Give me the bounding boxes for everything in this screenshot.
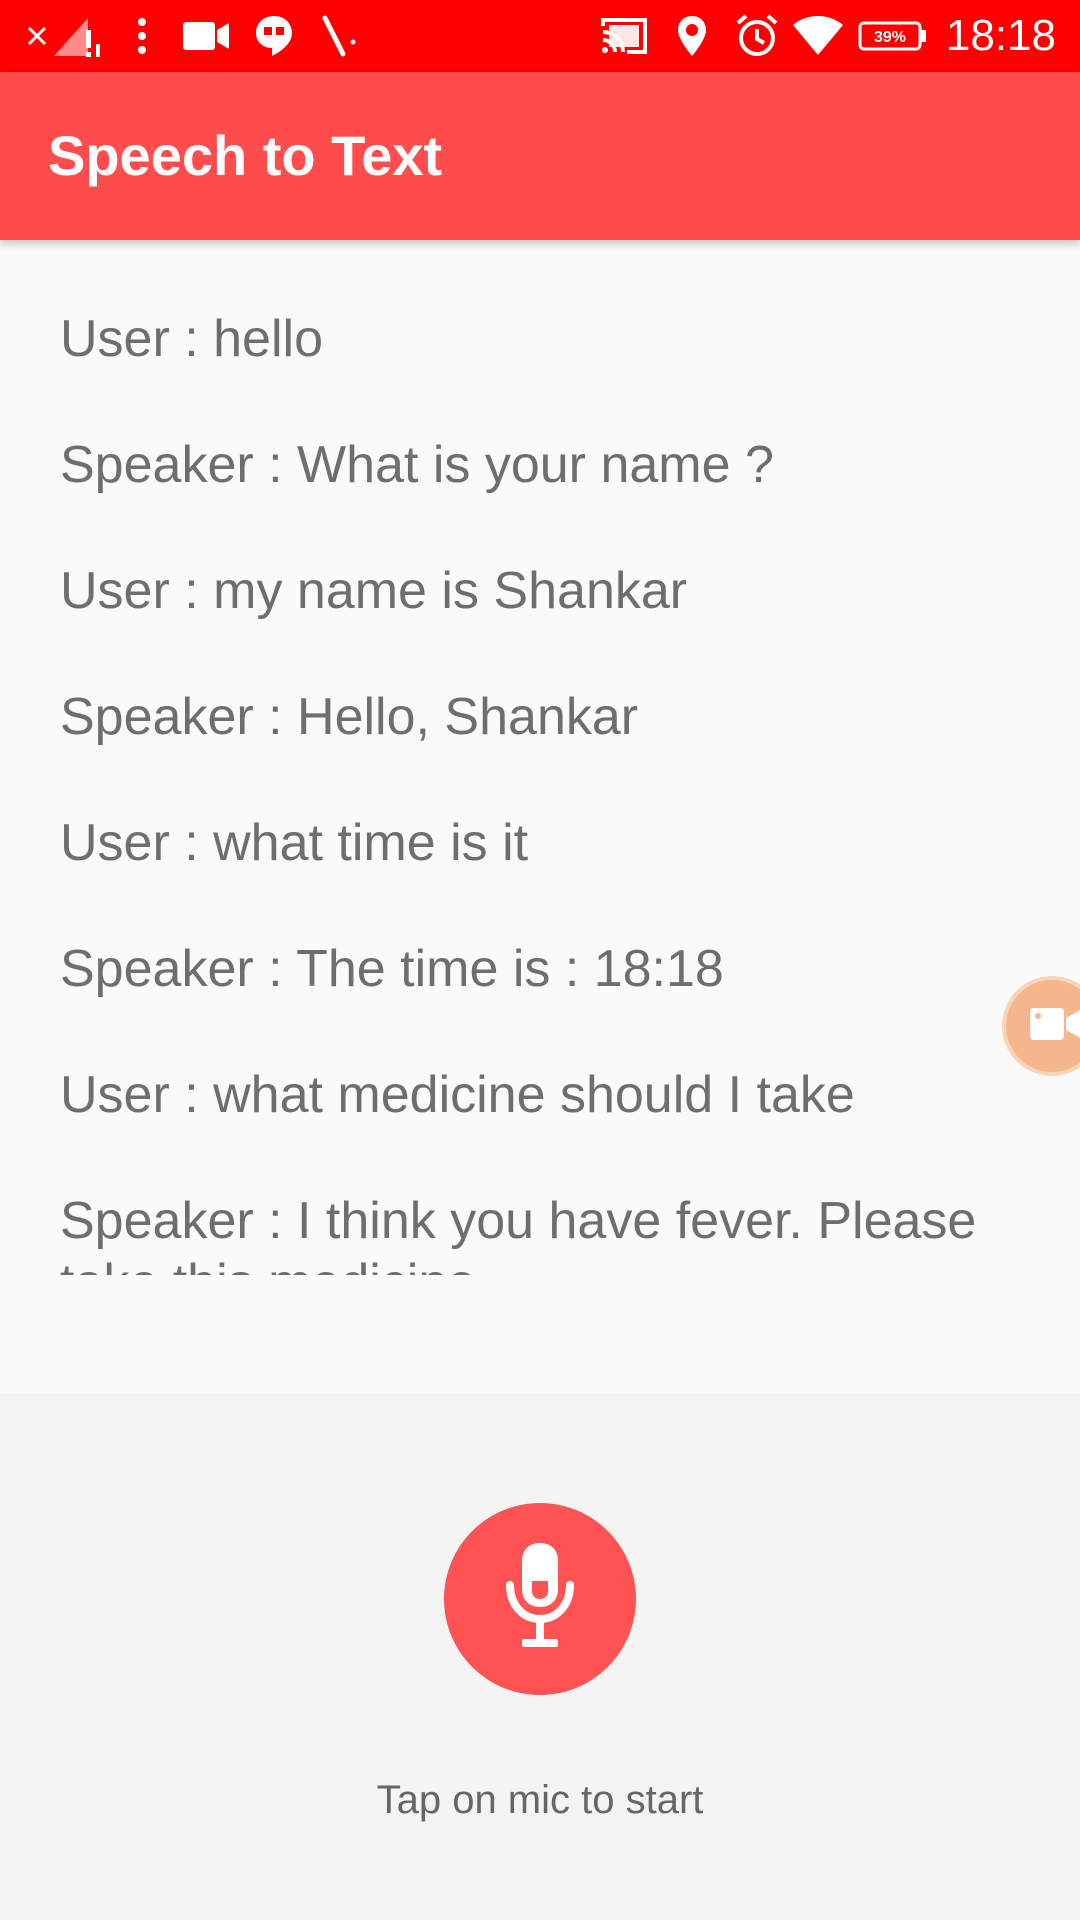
more-vert-icon	[130, 0, 154, 72]
clock-time: 18:18	[945, 11, 1056, 60]
mic-hint-label: Tap on mic to start	[376, 1778, 704, 1822]
alarm-icon	[734, 0, 780, 72]
conversation-viewport[interactable]: User : hello Speaker : What is your name…	[0, 240, 1080, 1275]
message-speaker: Speaker : What is your name ?	[60, 436, 774, 494]
message-user: User : my name is Shankar	[60, 562, 688, 620]
status-bar: 39% 18:18	[0, 0, 1080, 72]
close-icon	[22, 0, 52, 72]
video-camera-icon	[1028, 1004, 1080, 1049]
message-speaker: Speaker : I think you have fever. Please…	[60, 1192, 977, 1275]
bottom-panel: Tap on mic to start	[0, 1394, 1080, 1920]
battery-icon: 39%	[858, 0, 928, 72]
message-user: User : what time is it	[60, 814, 529, 872]
message-speaker: Speaker : Hello, Shankar	[60, 688, 639, 746]
video-camera-icon	[180, 0, 232, 72]
app-title: Speech to Text	[48, 124, 443, 187]
battery-level: 39%	[874, 29, 906, 46]
mic-button[interactable]	[444, 1503, 636, 1695]
microphone-icon	[498, 1537, 582, 1662]
screen: 39% 18:18 Speech to Text User : hello Sp…	[0, 0, 1080, 1920]
location-icon	[672, 0, 712, 72]
no-signal-icon	[50, 0, 106, 72]
wifi-icon	[790, 0, 846, 72]
app-bar: Speech to Text	[0, 72, 1080, 240]
cast-icon	[598, 0, 650, 72]
message-user: User : what medicine should I take	[60, 1066, 855, 1124]
message-speaker: Speaker : The time is : 18:18	[60, 940, 724, 998]
conversation-list[interactable]: User : hello Speaker : What is your name…	[0, 240, 1080, 1394]
hangouts-icon	[252, 0, 296, 72]
message-user: User : hello	[60, 310, 323, 368]
pencil-icon	[318, 0, 360, 72]
